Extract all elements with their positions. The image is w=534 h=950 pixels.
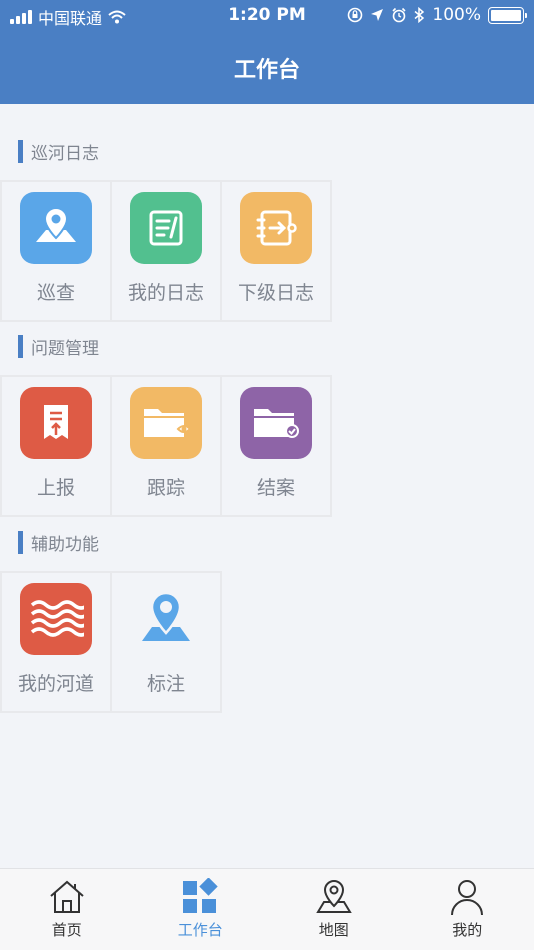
location-marker-icon	[130, 583, 202, 655]
section-accent-bar	[18, 139, 23, 163]
bluetooth-icon	[414, 7, 425, 23]
grid-row-issue-management: 上报 跟踪 结案	[0, 375, 332, 517]
grid-item-my-river[interactable]: 我的河道	[0, 571, 112, 713]
section-title: 巡河日志	[31, 143, 99, 164]
document-upload-icon	[20, 387, 92, 459]
status-right: 100%	[347, 5, 527, 25]
status-bar: 中国联通 1:20 PM 100%	[0, 0, 534, 32]
page-title: 工作台	[233, 58, 300, 83]
workbench-icon	[180, 877, 220, 917]
grid-row-auxiliary: 我的河道 标注	[0, 571, 222, 713]
battery-percent: 100%	[432, 5, 481, 25]
tab-mine[interactable]: 我的	[401, 869, 534, 950]
grid-item-annotate[interactable]: 标注	[110, 571, 222, 713]
grid-item-my-log[interactable]: 我的日志	[110, 180, 222, 322]
grid-item-label: 巡查	[36, 282, 75, 304]
tab-workbench[interactable]: 工作台	[134, 869, 268, 950]
tab-map[interactable]: 地图	[267, 869, 401, 950]
section-header-auxiliary: 辅助功能	[18, 530, 99, 555]
grid-item-label: 上报	[36, 477, 75, 499]
tab-label: 我的	[452, 921, 483, 939]
grid-item-label: 跟踪	[146, 477, 185, 499]
tab-label: 首页	[51, 921, 82, 939]
battery-icon	[488, 6, 527, 24]
section-header-issue-management: 问题管理	[18, 334, 99, 359]
map-icon	[314, 877, 354, 917]
alarm-icon	[392, 7, 406, 23]
grid-row-patrol-log: 巡查 我的日志 下级日志	[0, 180, 332, 322]
section-title: 辅助功能	[31, 534, 99, 555]
notebook-pen-icon	[130, 192, 202, 264]
home-icon	[47, 877, 87, 917]
grid-item-label: 标注	[146, 673, 185, 695]
grid-item-label: 我的日志	[127, 282, 204, 304]
folder-eye-icon	[130, 387, 202, 459]
river-waves-icon	[20, 583, 92, 655]
map-pin-icon	[20, 192, 92, 264]
section-accent-bar	[18, 530, 23, 554]
grid-item-label: 我的河道	[17, 673, 94, 695]
location-arrow-icon	[371, 9, 384, 21]
rotation-lock-icon	[348, 7, 363, 23]
tab-label: 工作台	[177, 921, 223, 939]
grid-item-label: 下级日志	[237, 282, 314, 304]
grid-item-subordinate-log[interactable]: 下级日志	[220, 180, 332, 322]
log-forward-icon	[240, 192, 312, 264]
user-icon	[447, 877, 487, 917]
tab-label: 地图	[318, 921, 349, 939]
tab-home[interactable]: 首页	[0, 869, 134, 950]
tab-bar: 首页 工作台 地图 我的	[0, 868, 534, 950]
grid-item-label: 结案	[256, 477, 295, 499]
grid-item-patrol[interactable]: 巡查	[0, 180, 112, 322]
grid-item-track[interactable]: 跟踪	[110, 375, 222, 517]
section-accent-bar	[18, 334, 23, 358]
section-title: 问题管理	[31, 338, 99, 359]
folder-check-icon	[240, 387, 312, 459]
grid-item-close-case[interactable]: 结案	[220, 375, 332, 517]
grid-item-report[interactable]: 上报	[0, 375, 112, 517]
nav-bar: 工作台	[0, 32, 534, 104]
section-header-patrol-log: 巡河日志	[18, 139, 99, 164]
